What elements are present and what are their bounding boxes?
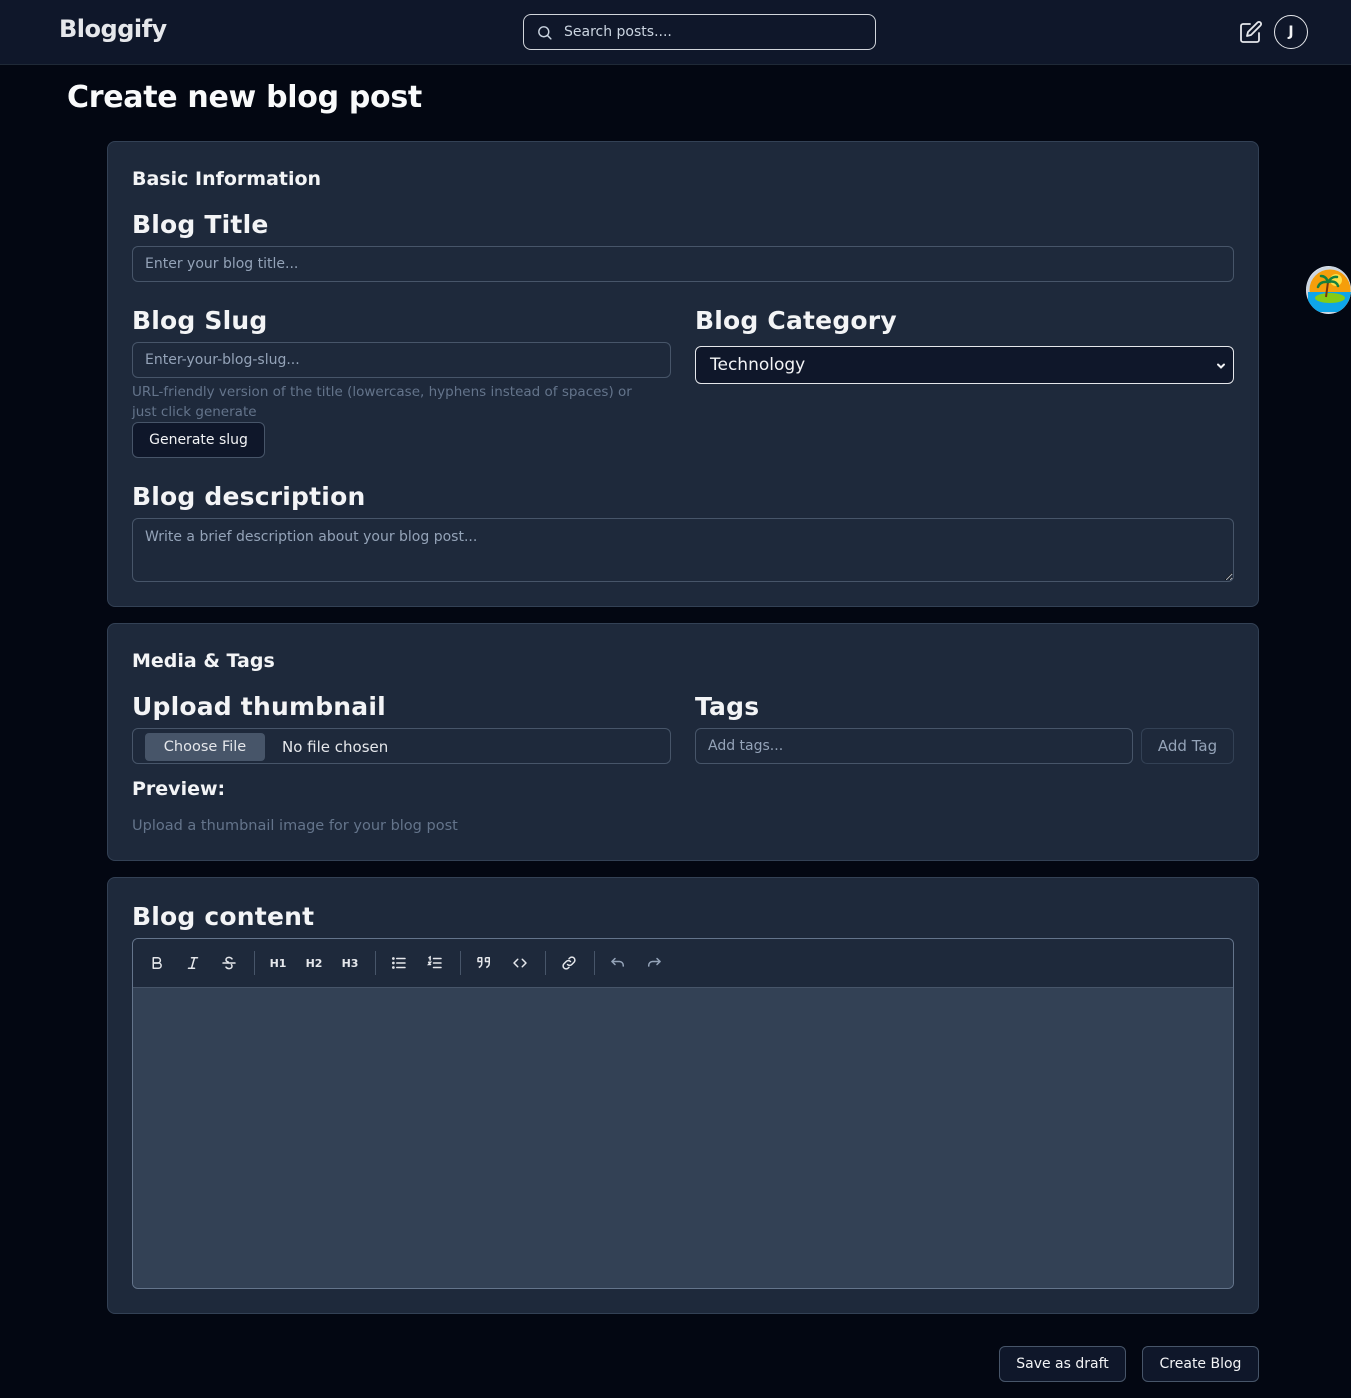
blog-category-label: Blog Category xyxy=(695,306,897,335)
write-post-icon[interactable] xyxy=(1239,20,1263,44)
basic-info-card: Basic Information Blog Title Blog Slug U… xyxy=(107,141,1259,607)
redo-icon xyxy=(648,957,661,967)
add-tag-button[interactable]: Add Tag xyxy=(1141,728,1234,764)
assistant-avatar[interactable] xyxy=(1306,266,1351,314)
toolbar-divider xyxy=(375,951,376,975)
undo-icon xyxy=(611,957,624,967)
upload-thumbnail-label: Upload thumbnail xyxy=(132,692,386,721)
blog-title-label: Blog Title xyxy=(132,210,269,239)
preview-hint: Upload a thumbnail image for your blog p… xyxy=(132,818,458,834)
logo[interactable]: Bloggify xyxy=(59,15,167,43)
blog-title-input[interactable] xyxy=(132,246,1234,282)
tags-label: Tags xyxy=(695,692,760,721)
search-input[interactable] xyxy=(564,22,864,42)
media-tags-card: Media & Tags Upload thumbnail Choose Fil… xyxy=(107,623,1259,861)
bold-button[interactable] xyxy=(146,952,168,974)
editor-content-area[interactable] xyxy=(133,988,1233,1288)
blog-slug-input[interactable] xyxy=(132,342,671,378)
toolbar-divider xyxy=(594,951,595,975)
link-icon xyxy=(562,956,576,970)
blog-category-value: Technology xyxy=(710,355,806,375)
heading1-icon: H1 xyxy=(269,956,287,970)
blog-description-label: Blog description xyxy=(132,482,366,511)
search-box[interactable] xyxy=(523,14,876,50)
editor-toolbar: H1 H2 H3 xyxy=(133,939,1233,988)
toolbar-divider xyxy=(545,951,546,975)
strikethrough-icon xyxy=(222,956,236,970)
chevron-down-icon xyxy=(1217,363,1225,369)
user-avatar[interactable]: J xyxy=(1274,15,1308,49)
italic-icon xyxy=(187,957,199,969)
ordered-list-icon xyxy=(427,955,442,969)
quote-icon xyxy=(477,957,490,969)
rich-text-editor: H1 H2 H3 xyxy=(132,938,1234,1289)
island-icon xyxy=(1306,266,1351,314)
heading2-icon: H2 xyxy=(305,956,323,970)
section-heading: Media & Tags xyxy=(132,650,275,672)
bullet-list-button[interactable] xyxy=(388,952,410,974)
thumbnail-file-input[interactable]: Choose File No file chosen xyxy=(132,728,671,764)
slug-hint-line: URL-friendly version of the title (lower… xyxy=(132,384,632,400)
heading2-button[interactable]: H2 xyxy=(303,952,325,974)
choose-file-button[interactable]: Choose File xyxy=(145,733,265,761)
link-button[interactable] xyxy=(558,952,580,974)
page-title: Create new blog post xyxy=(67,80,422,115)
heading1-button[interactable]: H1 xyxy=(267,952,289,974)
blog-slug-label: Blog Slug xyxy=(132,306,268,335)
heading3-icon: H3 xyxy=(341,956,359,970)
file-status: No file chosen xyxy=(282,738,389,756)
tags-input[interactable] xyxy=(695,728,1133,764)
top-nav: Bloggify J xyxy=(0,0,1351,65)
generate-slug-button[interactable]: Generate slug xyxy=(132,422,265,458)
create-blog-button[interactable]: Create Blog xyxy=(1142,1346,1259,1382)
bullet-list-icon xyxy=(392,957,406,969)
strikethrough-button[interactable] xyxy=(218,952,240,974)
save-draft-button[interactable]: Save as draft xyxy=(999,1346,1126,1382)
undo-button[interactable] xyxy=(607,952,629,974)
blog-content-label: Blog content xyxy=(132,902,315,931)
ordered-list-button[interactable] xyxy=(424,952,446,974)
blog-category-select[interactable]: Technology xyxy=(695,346,1234,384)
slug-hint-line: just click generate xyxy=(132,404,257,420)
preview-label: Preview: xyxy=(132,778,226,800)
toolbar-divider xyxy=(460,951,461,975)
code-button[interactable] xyxy=(509,952,531,974)
italic-button[interactable] xyxy=(182,952,204,974)
bold-icon xyxy=(152,957,162,969)
blockquote-button[interactable] xyxy=(473,952,495,974)
slug-hint: URL-friendly version of the title (lower… xyxy=(132,382,672,422)
code-icon xyxy=(513,958,527,968)
section-heading: Basic Information xyxy=(132,168,322,190)
search-icon xyxy=(538,26,552,40)
redo-button[interactable] xyxy=(643,952,665,974)
heading3-button[interactable]: H3 xyxy=(339,952,361,974)
blog-content-card: Blog content H1 H2 H3 xyxy=(107,877,1259,1314)
toolbar-divider xyxy=(254,951,255,975)
blog-description-input[interactable] xyxy=(132,518,1234,582)
